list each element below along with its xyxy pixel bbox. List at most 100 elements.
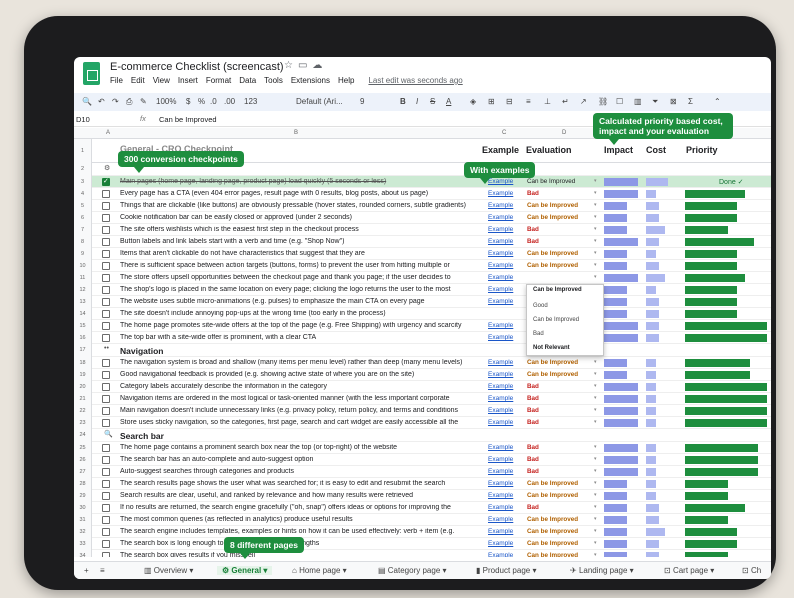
- evaluation-value[interactable]: Bad: [527, 395, 593, 402]
- tab-general[interactable]: ⚙ General ▾: [217, 566, 273, 575]
- dropdown-arrow-icon[interactable]: ▾: [594, 552, 597, 557]
- tab-product-page[interactable]: ▮ Product page ▾: [476, 566, 536, 575]
- row-checkbox[interactable]: [102, 262, 110, 270]
- example-link[interactable]: Example: [488, 383, 522, 390]
- tab-landing-page[interactable]: ✈ Landing page ▾: [570, 566, 634, 575]
- tab-overview[interactable]: ▥ Overview ▾: [144, 566, 193, 575]
- example-link[interactable]: Example: [488, 419, 522, 426]
- evaluation-value[interactable]: Bad: [527, 190, 593, 197]
- menu-tools[interactable]: Tools: [264, 76, 283, 85]
- dropdown-option-improve[interactable]: Can be Improved: [533, 317, 579, 323]
- currency-button[interactable]: $: [186, 97, 190, 106]
- example-link[interactable]: Example: [488, 552, 522, 557]
- borders-icon[interactable]: ⊞: [488, 97, 495, 106]
- row-number[interactable]: 26: [74, 454, 92, 466]
- cloud-icon[interactable]: ☁: [312, 60, 327, 71]
- evaluation-value[interactable]: Can be Improved: [527, 262, 593, 269]
- menu-insert[interactable]: Insert: [178, 76, 198, 85]
- menu-view[interactable]: View: [153, 76, 170, 85]
- dropdown-arrow-icon[interactable]: ▾: [594, 178, 597, 184]
- rotate-icon[interactable]: ↗: [580, 97, 587, 106]
- column-b-header[interactable]: B: [294, 130, 298, 136]
- row-checkbox[interactable]: [102, 516, 110, 524]
- font-select[interactable]: Default (Ari...: [296, 97, 343, 106]
- percent-button[interactable]: %: [198, 97, 205, 106]
- example-link[interactable]: Example: [488, 528, 522, 535]
- row-number[interactable]: 13: [74, 296, 92, 308]
- row-checkbox[interactable]: [102, 480, 110, 488]
- row-checkbox[interactable]: [102, 492, 110, 500]
- example-link[interactable]: Example: [488, 238, 522, 245]
- evaluation-value[interactable]: Bad: [527, 226, 593, 233]
- name-box[interactable]: D10: [76, 115, 90, 124]
- row-number[interactable]: 8: [74, 236, 92, 248]
- row-checkbox[interactable]: [102, 371, 110, 379]
- row-number[interactable]: 11: [74, 272, 92, 284]
- dropdown-arrow-icon[interactable]: ▾: [594, 444, 597, 450]
- row-checkbox[interactable]: [102, 540, 110, 548]
- fill-color-icon[interactable]: ◈: [470, 97, 476, 106]
- tab-checkout[interactable]: ⊡ Ch: [742, 566, 761, 575]
- folder-icon[interactable]: ▭: [298, 60, 312, 71]
- print-icon[interactable]: ⎙: [126, 97, 132, 107]
- row-number[interactable]: 30: [74, 502, 92, 514]
- dropdown-arrow-icon[interactable]: ▾: [594, 190, 597, 196]
- row-number[interactable]: 14: [74, 308, 92, 320]
- example-link[interactable]: Example: [488, 395, 522, 402]
- menu-format[interactable]: Format: [206, 76, 231, 85]
- column-a-header[interactable]: A: [106, 130, 110, 136]
- menu-data[interactable]: Data: [239, 76, 256, 85]
- example-link[interactable]: Example: [488, 492, 522, 499]
- column-c-header[interactable]: C: [502, 130, 506, 136]
- example-link[interactable]: Example: [488, 226, 522, 233]
- evaluation-value[interactable]: Can be Improved: [527, 250, 593, 257]
- example-link[interactable]: Example: [488, 371, 522, 378]
- example-link[interactable]: Example: [488, 468, 522, 475]
- row-checkbox[interactable]: [102, 528, 110, 536]
- filter-icon[interactable]: ⏷: [652, 97, 658, 107]
- row-checkbox[interactable]: [102, 202, 110, 210]
- comment-icon[interactable]: ☐: [616, 97, 623, 106]
- link-icon[interactable]: ⛓: [598, 97, 608, 106]
- evaluation-value[interactable]: Can be Improved: [527, 540, 593, 547]
- example-link[interactable]: Example: [488, 178, 522, 185]
- example-link[interactable]: Example: [488, 516, 522, 523]
- row-checkbox[interactable]: [102, 190, 110, 198]
- column-d-header[interactable]: D: [562, 130, 566, 136]
- dropdown-arrow-icon[interactable]: ▾: [594, 238, 597, 244]
- example-link[interactable]: Example: [488, 202, 522, 209]
- evaluation-value[interactable]: Bad: [527, 383, 593, 390]
- vertical-align-icon[interactable]: ⊥: [544, 97, 551, 106]
- row-checkbox[interactable]: [102, 334, 110, 342]
- evaluation-value[interactable]: Bad: [527, 238, 593, 245]
- row-checkbox[interactable]: [102, 250, 110, 258]
- row-number[interactable]: 23: [74, 417, 92, 429]
- evaluation-value[interactable]: Bad: [527, 407, 593, 414]
- tab-cart-page[interactable]: ⊡ Cart page ▾: [664, 566, 714, 575]
- example-link[interactable]: Example: [488, 444, 522, 451]
- align-icon[interactable]: ≡: [526, 97, 531, 106]
- example-link[interactable]: Example: [488, 456, 522, 463]
- wrap-icon[interactable]: ↵: [562, 97, 569, 106]
- row-number[interactable]: 20: [74, 381, 92, 393]
- row-number[interactable]: 9: [74, 248, 92, 260]
- dropdown-arrow-icon[interactable]: ▾: [594, 480, 597, 486]
- row-number[interactable]: 15: [74, 320, 92, 332]
- chevron-up-icon[interactable]: ⌃: [714, 97, 721, 106]
- example-link[interactable]: Example: [488, 262, 522, 269]
- example-link[interactable]: Example: [488, 359, 522, 366]
- italic-icon[interactable]: I: [416, 97, 418, 106]
- row-checkbox[interactable]: [102, 407, 110, 415]
- row-number[interactable]: 21: [74, 393, 92, 405]
- row-number[interactable]: 27: [74, 466, 92, 478]
- row-number[interactable]: 32: [74, 526, 92, 538]
- dropdown-arrow-icon[interactable]: ▾: [594, 226, 597, 232]
- example-link[interactable]: Example: [488, 407, 522, 414]
- row-number[interactable]: 5: [74, 200, 92, 212]
- dropdown-option-not-relevant[interactable]: Not Relevant: [533, 345, 570, 351]
- row-checkbox[interactable]: [102, 552, 110, 557]
- functions-icon[interactable]: Σ: [688, 97, 693, 106]
- row-number[interactable]: 33: [74, 538, 92, 550]
- row-number[interactable]: 31: [74, 514, 92, 526]
- example-link[interactable]: Example: [488, 214, 522, 221]
